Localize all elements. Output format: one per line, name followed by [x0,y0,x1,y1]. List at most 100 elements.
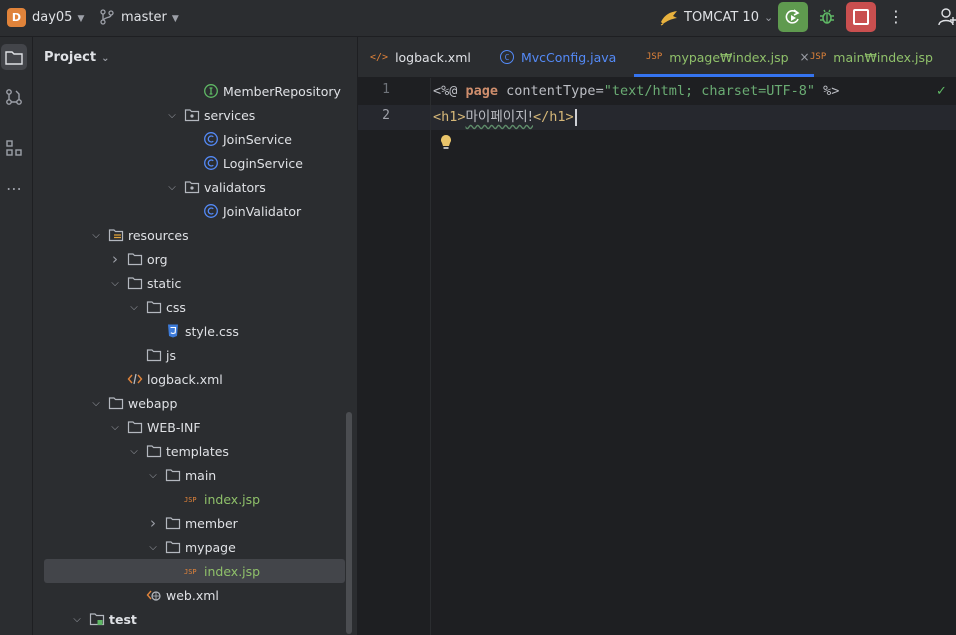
interface-icon [197,83,223,99]
tree-node[interactable]: ⌵ templates [33,439,357,463]
title-bar: D day05 ▼ master ▼ TOMCAT 10 ⌄ ⋮ [0,0,956,37]
tree-node[interactable]: JSP index.jsp [33,487,357,511]
branch-selector[interactable]: master ▼ [121,10,179,25]
more-options-icon[interactable]: ⋮ [888,6,904,28]
tree-node-label: index.jsp [204,491,261,507]
project-panel-header[interactable]: Project ⌄ [44,50,109,65]
html-close-tag: </h1> [533,109,574,125]
chevron-down-icon[interactable]: ⌵ [109,422,121,433]
chevron-down-icon[interactable]: ⌵ [71,614,83,625]
text-caret [574,108,577,126]
xml-file-icon: </> [370,51,389,63]
folder-icon [140,347,166,363]
close-icon[interactable]: × [800,50,810,64]
tab-mypage-index-jsp[interactable]: JSP mypage₩index.jsp × [634,37,814,77]
more-tools-icon[interactable]: ⋯ [1,175,27,201]
chevron-down-icon[interactable]: ⌵ [166,182,178,193]
tree-node[interactable]: ⌵ static [33,271,357,295]
tree-node-label: mypage [185,539,236,555]
tree-node[interactable]: ⌵ WEB-INF [33,415,357,439]
tab-label: main₩index.jsp [833,49,933,65]
tree-node-label: main [185,467,217,483]
tab-logback-xml[interactable]: </> logback.xml [370,37,471,77]
code-editor[interactable]: 1 2 <%@ page contentType="text/html; cha… [358,78,956,635]
tree-node-label: test [109,611,137,627]
tree-node[interactable]: ⌵ webapp [33,391,357,415]
tree-node[interactable]: logback.xml [33,367,357,391]
git-branch-icon[interactable] [100,9,114,25]
chevron-down-icon[interactable]: ⌵ [166,110,178,121]
structure-tool-button[interactable] [1,135,27,161]
test-folder-icon [83,611,109,627]
project-name: day05 [32,10,73,25]
commit-tool-button[interactable] [1,84,27,110]
class-icon: C [500,50,514,64]
tree-node-label: web.xml [166,587,219,603]
tree-node-label: services [204,107,256,123]
tree-node-label: JoinValidator [223,203,302,219]
line-number: 2 [382,108,390,123]
rerun-button[interactable] [778,2,808,32]
tree-node[interactable]: ⌵ test [33,607,357,631]
tree-node[interactable]: › member [33,511,357,535]
folder-icon [159,467,185,483]
tree-node[interactable]: ⌵ resources [33,223,357,247]
chevron-down-icon[interactable]: ⌵ [109,278,121,289]
tree-node[interactable]: ⌵ validators [33,175,357,199]
folder-icon [121,419,147,435]
folder-icon [140,443,166,459]
folder-icon [159,539,185,555]
chevron-down-icon[interactable]: ⌵ [90,230,102,241]
heading-text: 마이페이지! [465,109,534,125]
tree-node[interactable]: style.css [33,319,357,343]
tab-main-index-jsp[interactable]: JSP main₩index.jsp [810,37,933,77]
code-line-1[interactable]: <%@ page contentType="text/html; charset… [433,79,839,104]
tree-node-label: templates [166,443,229,459]
tree-node[interactable]: MemberRepository [33,79,357,103]
lightbulb-icon[interactable] [439,134,453,152]
tree-node[interactable]: ⌵ services [33,103,357,127]
line-gutter: 1 2 [358,78,431,635]
tab-mvcconfig-java[interactable]: C MvcConfig.java [500,37,616,77]
jsp-directive-close: %> [815,83,840,99]
jsp-file-icon: JSP [178,491,204,507]
chevron-down-icon[interactable]: ⌵ [128,446,140,457]
run-config-selector[interactable]: TOMCAT 10 ⌄ [684,10,773,25]
stop-button[interactable] [846,2,876,32]
tree-node[interactable]: ⌵ mypage [33,535,357,559]
chevron-down-icon[interactable]: ⌵ [147,542,159,553]
inspection-ok-icon[interactable]: ✓ [936,84,947,99]
tree-node[interactable]: web.xml [33,583,357,607]
vertical-scrollbar[interactable] [346,412,352,634]
chevron-right-icon[interactable]: › [147,514,159,532]
chevron-down-icon: ⌄ [101,53,110,64]
tree-node[interactable]: ⌵ main [33,463,357,487]
tree-node[interactable]: JSP index.jsp [44,559,345,583]
tree-node[interactable]: ⌵ css [33,295,357,319]
chevron-down-icon: ▼ [77,14,85,24]
jsp-file-icon: JSP [178,563,204,579]
tree-node[interactable]: JoinService [33,127,357,151]
svg-text:JSP: JSP [184,496,197,504]
tree-node[interactable]: js [33,343,357,367]
add-user-icon[interactable] [938,6,956,28]
svg-text:JSP: JSP [184,568,197,576]
jsp-file-icon: JSP [646,52,663,62]
code-line-2[interactable]: <h1>마이페이지!</h1> [433,105,577,130]
chevron-down-icon[interactable]: ⌵ [128,302,140,313]
chevron-down-icon[interactable]: ⌵ [147,470,159,481]
folder-icon [140,299,166,315]
project-badge[interactable]: D [7,8,26,27]
stop-icon [853,9,869,25]
folder-icon [121,275,147,291]
chevron-down-icon[interactable]: ⌵ [90,398,102,409]
debug-button[interactable] [815,6,839,28]
tree-node[interactable]: › org [33,247,357,271]
tree-node-label: index.jsp [204,563,261,579]
package-icon [178,107,204,123]
tree-node[interactable]: JoinValidator [33,199,357,223]
tree-node[interactable]: LoginService [33,151,357,175]
project-tool-button[interactable] [1,44,27,70]
chevron-right-icon[interactable]: › [109,250,121,268]
project-selector[interactable]: day05 ▼ [32,10,84,25]
